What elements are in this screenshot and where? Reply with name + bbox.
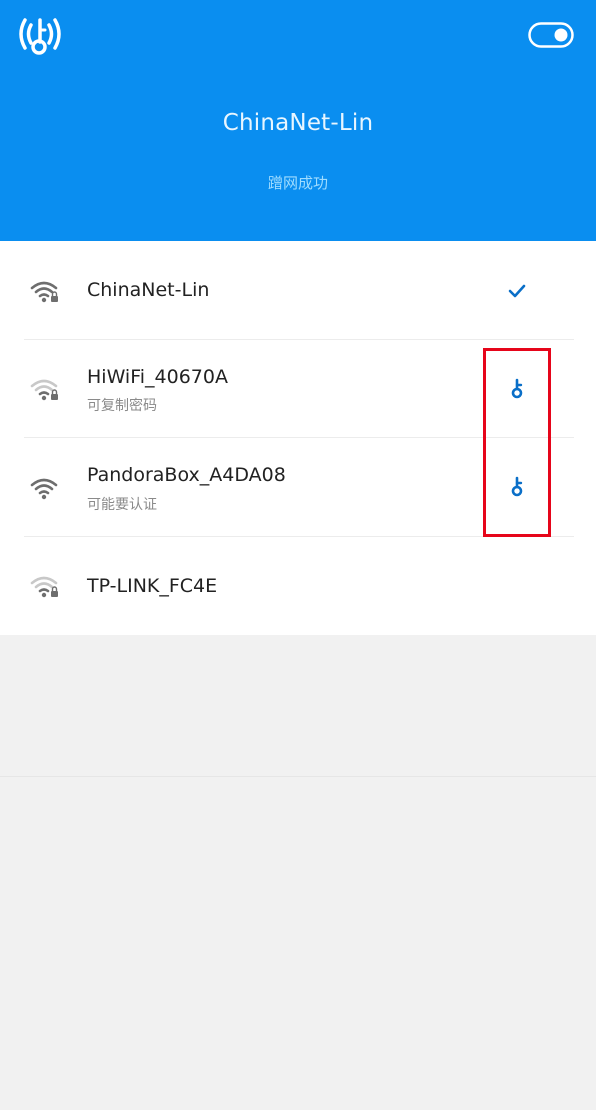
network-row-chinanet-lin[interactable]: ChinaNet-Lin — [0, 241, 596, 339]
checkmark-icon — [508, 284, 526, 298]
toggle-switch-icon[interactable] — [528, 22, 574, 48]
network-ssid: ChinaNet-Lin — [87, 279, 210, 301]
network-hint: 可能要认证 — [87, 497, 157, 513]
connection-status: 蹭网成功 — [267, 174, 328, 192]
wifi-signal-locked-icon — [30, 281, 58, 303]
page-title: ChinaNet-Lin — [222, 110, 374, 136]
wifi-key-logo-icon[interactable] — [16, 14, 64, 58]
divider — [0, 776, 596, 777]
header-bar: ChinaNet-Lin 蹭网成功 — [0, 0, 596, 241]
network-hint: 可复制密码 — [87, 398, 157, 414]
network-ssid: PandoraBox_A4DA08 — [87, 464, 286, 486]
wifi-signal-weak-locked-icon — [30, 576, 58, 598]
wifi-signal-icon — [30, 478, 58, 500]
network-row-tp-link[interactable]: TP-LINK_FC4E — [0, 537, 596, 635]
wifi-signal-weak-locked-icon — [30, 379, 58, 401]
annotation-highlight-box — [483, 348, 551, 537]
network-ssid: TP-LINK_FC4E — [87, 575, 218, 597]
network-ssid: HiWiFi_40670A — [87, 366, 228, 388]
